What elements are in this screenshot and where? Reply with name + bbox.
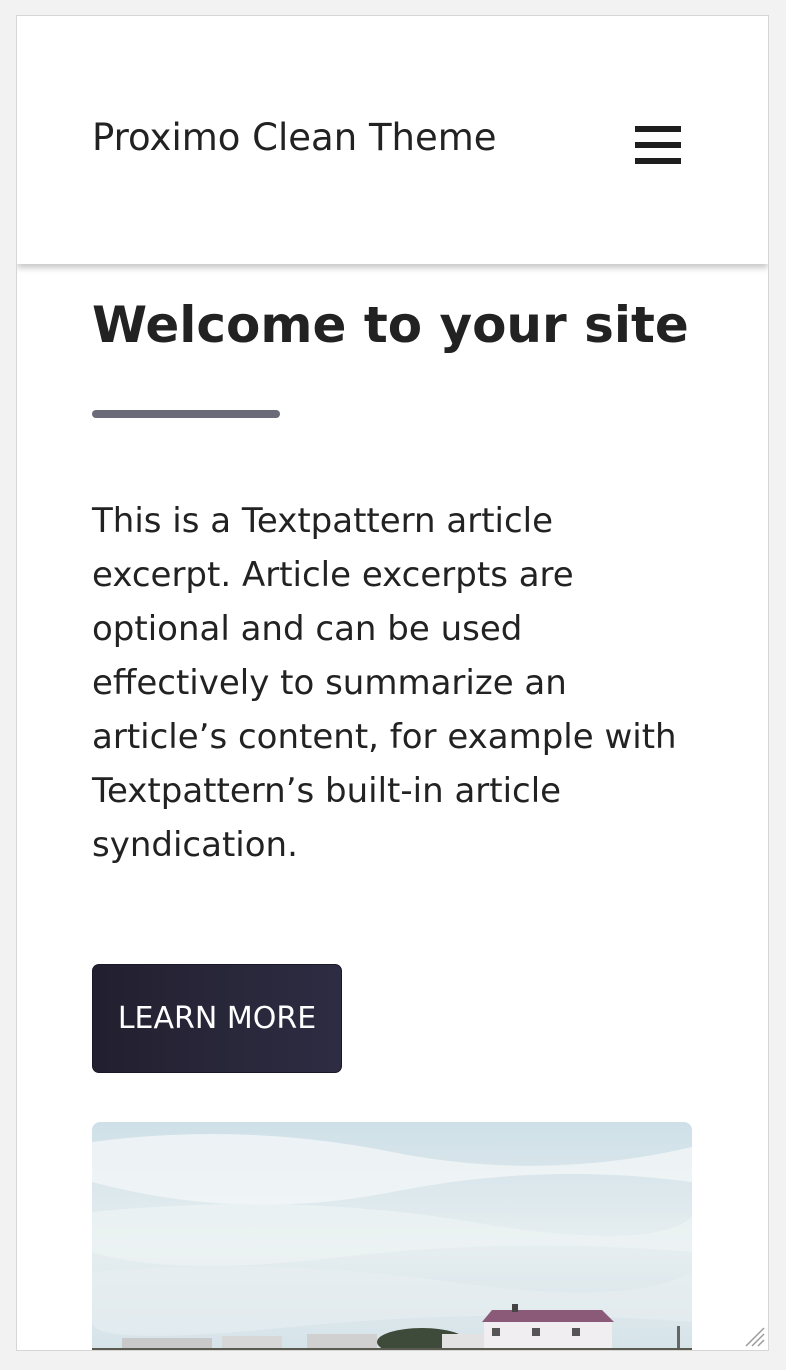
menu-bar [635, 142, 681, 148]
menu-bar [635, 158, 681, 164]
resize-grip-icon[interactable] [742, 1324, 766, 1348]
article-excerpt: This is a Textpattern article excerpt. A… [92, 501, 677, 865]
title-divider [92, 410, 280, 418]
learn-more-button[interactable]: LEARN MORE [92, 964, 342, 1073]
site-header: Proximo Clean Theme [17, 16, 768, 264]
browser-viewport: Proximo Clean Theme Welcome to your site… [16, 15, 769, 1351]
coastal-houses-photo [92, 1122, 692, 1350]
main-content: Welcome to your site This is a Textpatte… [17, 264, 768, 1350]
hero-image [92, 1122, 692, 1350]
hamburger-menu-icon[interactable] [629, 120, 689, 172]
site-title[interactable]: Proximo Clean Theme [92, 116, 497, 159]
page-title: Welcome to your site [92, 296, 689, 354]
menu-bar [635, 126, 681, 132]
